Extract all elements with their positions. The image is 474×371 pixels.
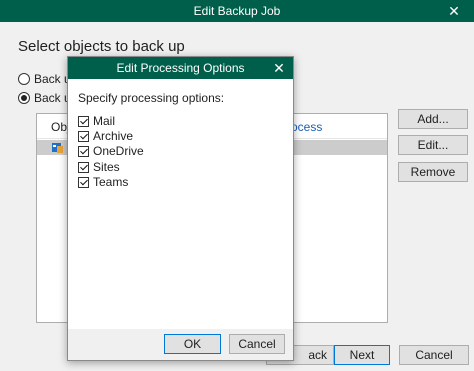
dialog-title: Edit Processing Options [116, 61, 245, 75]
dialog-body: Specify processing options: Mail Archive… [68, 79, 293, 331]
option-sites-label: Sites [93, 160, 120, 174]
dialog-titlebar: Edit Processing Options ✕ [68, 57, 293, 79]
dialog-ok-button[interactable]: OK [164, 334, 221, 354]
next-button[interactable]: Next [334, 345, 390, 365]
option-archive[interactable]: Archive [78, 129, 133, 143]
option-onedrive-label: OneDrive [93, 144, 144, 158]
dialog-close-icon[interactable]: ✕ [265, 57, 293, 79]
checkbox-checked-icon[interactable] [78, 161, 89, 173]
page-heading: Select objects to back up [18, 38, 185, 55]
option-teams[interactable]: Teams [78, 175, 128, 189]
dialog-cancel-button[interactable]: Cancel [229, 334, 285, 354]
cancel-button[interactable]: Cancel [399, 345, 469, 365]
option-sites[interactable]: Sites [78, 160, 120, 174]
option-mail[interactable]: Mail [78, 114, 115, 128]
edit-button[interactable]: Edit... [398, 135, 468, 155]
checkbox-checked-icon[interactable] [78, 145, 89, 157]
checkbox-checked-icon[interactable] [78, 115, 89, 127]
office365-organization-icon [52, 143, 63, 153]
checkbox-checked-icon[interactable] [78, 130, 89, 142]
radio-button-icon[interactable] [18, 73, 30, 85]
remove-button[interactable]: Remove [398, 162, 468, 182]
window-title: Edit Backup Job [193, 4, 281, 18]
option-onedrive[interactable]: OneDrive [78, 144, 144, 158]
dialog-instruction-label: Specify processing options: [78, 91, 225, 105]
window-titlebar: Edit Backup Job ✕ [0, 0, 474, 22]
edit-processing-options-dialog: Edit Processing Options ✕ Specify proces… [67, 56, 294, 361]
option-mail-label: Mail [93, 114, 116, 128]
option-teams-label: Teams [93, 175, 129, 189]
option-archive-label: Archive [93, 129, 134, 143]
checkbox-checked-icon[interactable] [78, 176, 89, 188]
radio-button-selected-icon[interactable] [18, 92, 30, 104]
column-header-processing[interactable]: ocess [291, 120, 322, 134]
window-close-icon[interactable]: ✕ [434, 0, 474, 22]
add-button[interactable]: Add... [398, 109, 468, 129]
